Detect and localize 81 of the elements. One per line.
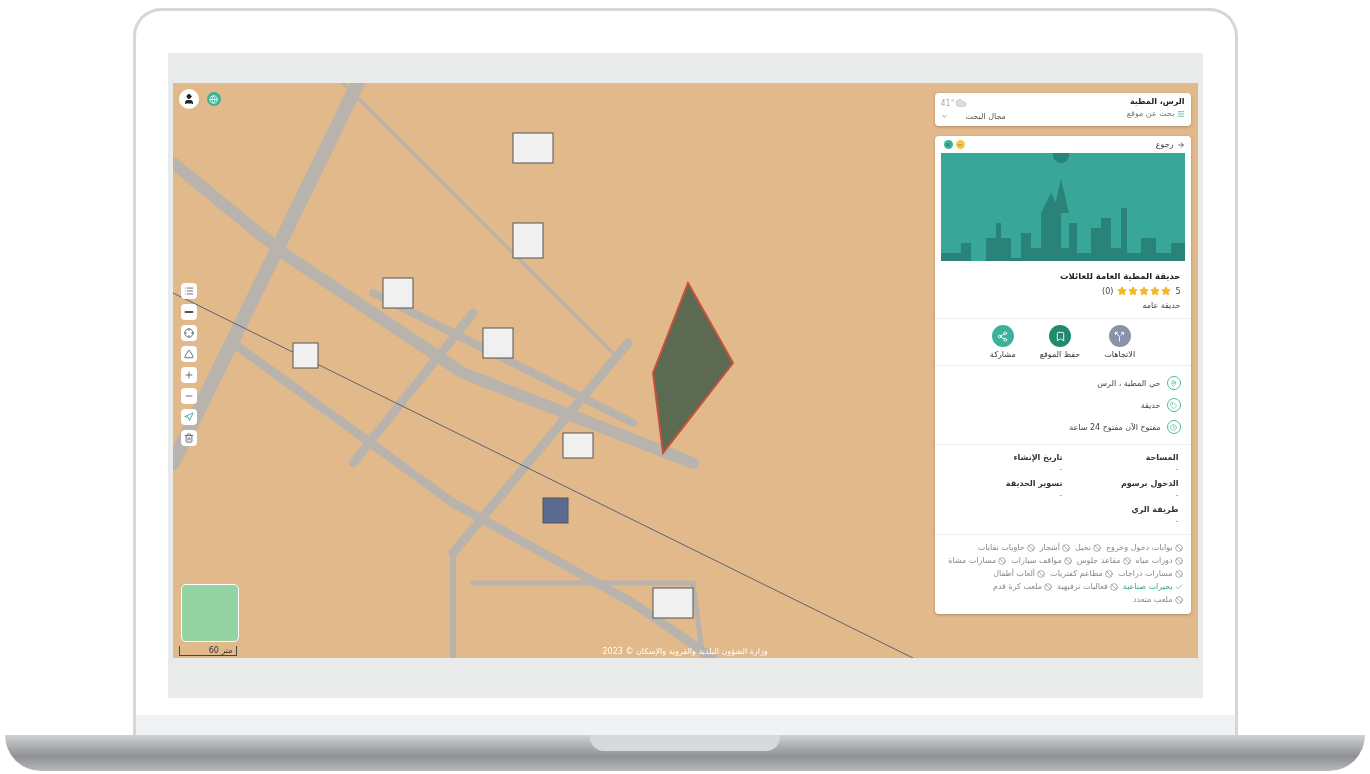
amenity-item: ملعب كرة قدم: [992, 582, 1053, 591]
amenity-item: نخيل: [1075, 543, 1101, 552]
location-title: الرس، المطية: [1128, 97, 1185, 106]
amenity-item: دورات مياه: [1135, 556, 1183, 565]
prohibited-icon: [1092, 543, 1101, 552]
amenity-item: ملعب متعدد: [1133, 595, 1183, 604]
star-icon: [1128, 286, 1139, 296]
list-icon: [183, 286, 194, 296]
review-count: (0): [1102, 286, 1114, 296]
triangle-icon: [183, 349, 194, 359]
caret-icon: [940, 113, 948, 120]
globe-icon: [209, 94, 218, 104]
prohibited-icon: [1174, 595, 1183, 604]
prohibited-icon: [1062, 543, 1071, 552]
star-icon: [1150, 286, 1161, 296]
attribute-value: -: [1174, 465, 1179, 474]
amenity-item: ألعاب أطفال: [993, 569, 1046, 578]
attribute-value: -: [1058, 465, 1063, 474]
search-scope-dropdown[interactable]: مجال البحث: [940, 112, 1006, 121]
amenity-item: بحيرات صناعية: [1122, 582, 1183, 591]
search-link[interactable]: بحث عن موقع: [1126, 109, 1185, 118]
attribute-label: تسوير الحديقة: [1004, 479, 1063, 488]
amenity-item: مقاعد جلوس: [1076, 556, 1131, 565]
prohibited-icon: [1063, 556, 1072, 565]
attribute-value: -: [1174, 491, 1179, 500]
place-detail: حي المطية ، الرس: [1097, 378, 1161, 388]
attribute-value: -: [1058, 491, 1063, 500]
attribute-label: الدخول برسوم: [1119, 479, 1179, 488]
split-arrow-icon: [1114, 330, 1126, 342]
check-icon: [1174, 582, 1183, 591]
prohibited-icon: [1174, 556, 1183, 565]
menu-icon: [1176, 109, 1185, 118]
close-icon: [945, 141, 951, 148]
map-attribution: وزارة الشؤون البلدية والقروية والإسكان © 2023: [602, 647, 768, 656]
amenity-item: مطاعم كفتريات: [1050, 569, 1113, 578]
place-action-button[interactable]: الاتجاهات: [1104, 325, 1136, 359]
close-button[interactable]: [943, 140, 953, 149]
crosshair-icon: [183, 328, 194, 338]
star-icon: [1117, 286, 1128, 296]
amenity-item: حاويات نفايات: [977, 543, 1035, 552]
prohibited-icon: [1174, 543, 1183, 552]
prohibited-icon: [1044, 582, 1053, 591]
place-detail: حديقة: [1140, 400, 1161, 410]
amenity-item: أشجار: [1039, 543, 1071, 552]
plus-icon: [183, 370, 194, 380]
place-name: حديقة المطية العامة للعائلات: [1059, 271, 1181, 281]
cloud-icon: [954, 97, 967, 109]
trash-icon: [183, 433, 194, 443]
share-icon: [997, 330, 1009, 342]
minus-icon: [957, 141, 963, 148]
place-action-button[interactable]: حفظ الموقع: [1039, 325, 1081, 359]
prohibited-icon: [1122, 556, 1131, 565]
minimize-button[interactable]: [955, 140, 965, 149]
prohibited-icon: [1174, 569, 1183, 578]
amenity-item: مسارات دراجات: [1117, 569, 1183, 578]
prohibited-icon: [1026, 543, 1035, 552]
prohibited-icon: [1037, 569, 1046, 578]
attribute-value: -: [1174, 517, 1179, 526]
amenity-item: مسارات مشاة: [948, 556, 1007, 565]
prohibited-icon: [1109, 582, 1118, 591]
minimap[interactable]: [180, 584, 239, 642]
place-category: حديقة عامه: [1141, 301, 1181, 310]
rating-value: 5: [1175, 286, 1181, 296]
user-icon: [182, 93, 195, 105]
star-icon: [1139, 286, 1150, 296]
star-icon: [1161, 286, 1172, 296]
place-detail: مفتوح الآن مفتوح 24 ساعة: [1069, 422, 1161, 432]
temperature: 41°: [940, 98, 955, 108]
attribute-label: طريقة الري: [1130, 505, 1179, 514]
prohibited-icon: [1104, 569, 1113, 578]
amenity-item: فعاليات ترفيهية: [1057, 582, 1118, 591]
amenity-item: بوابات دخول وخروج: [1105, 543, 1183, 552]
scale-bar: 60 متر: [178, 646, 237, 656]
attribute-label: المساحة: [1144, 453, 1179, 462]
back-link[interactable]: رجوع: [1155, 140, 1185, 149]
compass-icon: [183, 412, 194, 422]
arrow-icon: [1176, 140, 1185, 149]
bookmark-icon: [1054, 330, 1066, 342]
amenity-item: مواقف سيارات: [1011, 556, 1072, 565]
prohibited-icon: [998, 556, 1007, 565]
attribute-label: تاريخ الإنشاء: [1012, 453, 1063, 462]
